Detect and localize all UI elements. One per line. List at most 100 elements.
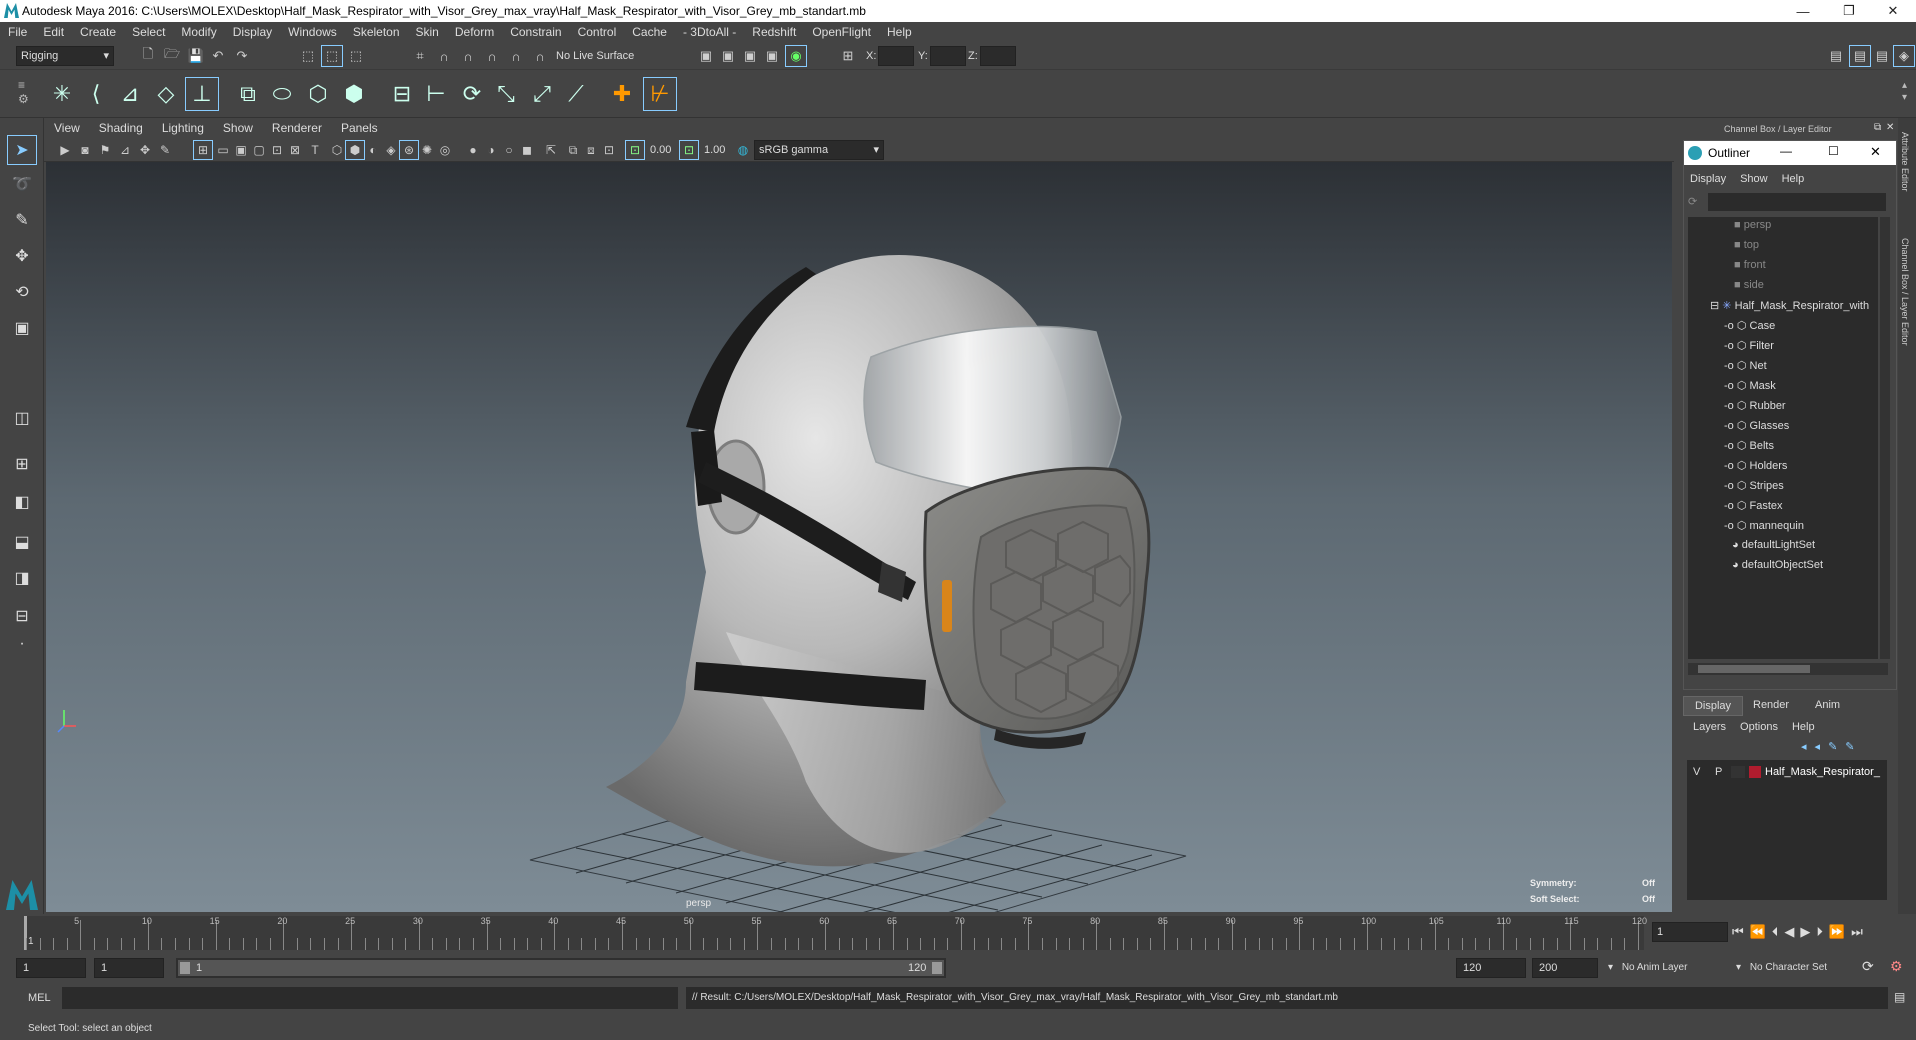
layer-menu-layers[interactable]: Layers <box>1693 721 1726 733</box>
new-layer-selected-icon[interactable]: ✎ <box>1845 740 1854 753</box>
tree-item-child[interactable]: -o ⬡ Fastex <box>1724 499 1783 512</box>
script-editor-icon[interactable]: ▤ <box>1894 990 1905 1004</box>
render-settings-icon[interactable]: ▣ <box>762 46 782 66</box>
scale-tool-icon[interactable]: ▣ <box>8 314 36 342</box>
camera-select-icon[interactable]: ▶ <box>56 141 74 159</box>
ipr-render-icon[interactable]: ▣ <box>740 46 760 66</box>
backface-culling-icon[interactable]: ⊡ <box>600 141 618 159</box>
viewport-menu-renderer[interactable]: Renderer <box>262 121 331 135</box>
film-gate-icon[interactable]: ▭ <box>214 141 232 159</box>
undo-icon[interactable]: ↶ <box>208 46 228 66</box>
lattice-icon[interactable]: ⬡ <box>302 78 334 110</box>
tree-item-child[interactable]: -o ⬡ Glasses <box>1724 419 1789 432</box>
image-plane-icon[interactable]: ⊿ <box>116 141 134 159</box>
range-slider[interactable]: 1 120 <box>176 958 946 978</box>
select-tool-icon[interactable]: ➤ <box>7 135 37 165</box>
toggle-channel-box-icon[interactable]: ▤ <box>1849 45 1871 67</box>
layer-name[interactable]: Half_Mask_Respirator_ <box>1765 766 1880 778</box>
outliner-close-button[interactable]: ✕ <box>1870 144 1881 160</box>
layer-tab-render[interactable]: Render <box>1753 699 1789 711</box>
snap-grid-icon[interactable]: ⌗ <box>410 46 430 66</box>
bookmark-icon[interactable]: ⚑ <box>96 141 114 159</box>
gate-mask-icon[interactable]: ▢ <box>250 141 268 159</box>
motion-blur-icon[interactable]: ● <box>464 141 482 159</box>
grid-toggle-icon[interactable]: ⊞ <box>193 140 213 160</box>
hypershade-icon[interactable]: ◉ <box>785 45 807 67</box>
close-panel-icon[interactable]: ✕ <box>1886 122 1894 133</box>
shadows-icon[interactable]: ✺ <box>418 141 436 159</box>
ik-handle-icon[interactable]: ⟨ <box>80 78 112 110</box>
smooth-shade-icon[interactable]: ⬢ <box>345 140 365 160</box>
viewport-menu-view[interactable]: View <box>44 121 89 135</box>
aim-constraint-icon[interactable]: ⤢ <box>526 78 558 110</box>
field-chart-icon[interactable]: ⊡ <box>268 141 286 159</box>
go-to-start-icon[interactable]: ⏮ <box>1732 924 1744 940</box>
select-component-icon[interactable]: ⬚ <box>346 46 366 66</box>
step-back-frame-icon[interactable]: ⏴ <box>1772 924 1779 940</box>
menu-display[interactable]: Display <box>225 25 280 39</box>
close-button[interactable]: ✕ <box>1870 0 1916 22</box>
layer-tab-display[interactable]: Display <box>1683 696 1743 716</box>
parent-constraint-icon[interactable]: ⊟ <box>386 78 418 110</box>
toggle-layer-editor-icon[interactable]: ◈ <box>1893 45 1915 67</box>
safe-action-icon[interactable]: ⊠ <box>286 141 304 159</box>
perspective-viewport[interactable]: persp Symmetry: Off Soft Select: Off <box>46 162 1672 912</box>
shelf-scroll-icon[interactable]: ▴ ▾ <box>1902 80 1907 104</box>
menu-skeleton[interactable]: Skeleton <box>345 25 408 39</box>
menu-skin[interactable]: Skin <box>408 25 447 39</box>
workspace-icon[interactable]: ▤ <box>1826 46 1846 66</box>
save-scene-icon[interactable]: 💾 <box>186 46 206 66</box>
x-field[interactable] <box>878 46 914 66</box>
command-language-toggle[interactable]: MEL <box>28 992 51 1004</box>
layer-row[interactable]: V P Half_Mask_Respirator_ <box>1687 764 1887 782</box>
use-all-lights-icon[interactable]: ⊛ <box>399 140 419 160</box>
grease-pencil-icon[interactable]: ✎ <box>156 141 174 159</box>
xray-joints-icon[interactable]: ⧈ <box>582 141 600 159</box>
tree-item-persp[interactable]: ■ persp <box>1734 219 1771 231</box>
menu-edit[interactable]: Edit <box>35 25 72 39</box>
outliner-minimize-button[interactable]: — <box>1780 144 1792 158</box>
shelf-menu-icon[interactable]: ≡ ⚙ <box>18 78 30 110</box>
range-end-handle[interactable] <box>932 962 942 974</box>
command-input[interactable] <box>62 987 678 1009</box>
tree-item-child[interactable]: -o ⬡ Filter <box>1724 339 1774 352</box>
tree-item-front[interactable]: ■ front <box>1734 259 1766 271</box>
snap-surface-icon[interactable]: ∩ <box>506 46 526 66</box>
time-slider[interactable]: 1 5 10 15 20 25 30 35 40 45 50 55 60 65 70 75 80 85 90 95 1… <box>0 914 1916 954</box>
menu-control[interactable]: Control <box>570 25 625 39</box>
move-layer-up-icon[interactable]: ◂ <box>1801 740 1807 753</box>
tree-item-set[interactable]: ◕ defaultObjectSet <box>1732 559 1823 571</box>
step-forward-frame-icon[interactable]: ⏵ <box>1816 924 1823 940</box>
tree-item-child[interactable]: -o ⬡ Holders <box>1724 459 1787 472</box>
menu-constrain[interactable]: Constrain <box>502 25 569 39</box>
playback-end-field[interactable]: 120 <box>1456 958 1526 978</box>
camera-attributes-icon[interactable]: ◙ <box>76 141 94 159</box>
skeleton-icon[interactable]: ⊥ <box>185 77 219 111</box>
menu-redshift[interactable]: Redshift <box>744 25 804 39</box>
move-tool-icon[interactable]: ✥ <box>8 242 36 270</box>
outliner-search-input[interactable] <box>1708 193 1886 211</box>
tree-item-child[interactable]: -o ⬡ Stripes <box>1724 479 1784 492</box>
menu-windows[interactable]: Windows <box>280 25 345 39</box>
isolate-select-icon[interactable]: ◼ <box>518 141 536 159</box>
outliner-vertical-scrollbar[interactable] <box>1880 217 1890 659</box>
step-forward-key-icon[interactable]: ⏩ <box>1829 924 1845 940</box>
wireframe-on-shaded-icon[interactable]: ◐ <box>364 141 382 159</box>
cluster-icon[interactable]: ⬢ <box>338 78 370 110</box>
depth-of-field-icon[interactable]: ○ <box>500 141 518 159</box>
tree-item-child[interactable]: -o ⬡ Rubber <box>1724 399 1786 412</box>
locator-icon[interactable]: ✚ <box>606 78 638 110</box>
point-constraint-icon[interactable]: ⊢ <box>420 78 452 110</box>
current-frame-field[interactable]: 1 <box>1652 922 1728 942</box>
redo-icon[interactable]: ↷ <box>232 46 252 66</box>
step-back-key-icon[interactable]: ⏪ <box>1750 924 1766 940</box>
exposure-value[interactable]: 0.00 <box>650 144 671 156</box>
four-pane-icon[interactable]: ⊞ <box>8 450 36 478</box>
menu-select[interactable]: Select <box>124 25 173 39</box>
xray-icon[interactable]: ⇱ <box>542 141 560 159</box>
toolbox-more-icon[interactable]: · <box>8 630 36 658</box>
anti-aliasing-icon[interactable]: ◑ <box>482 141 500 159</box>
move-layer-down-icon[interactable]: ◂ <box>1815 740 1821 753</box>
outliner-horizontal-scrollbar[interactable] <box>1688 663 1888 675</box>
rotate-tool-icon[interactable]: ⟲ <box>8 278 36 306</box>
